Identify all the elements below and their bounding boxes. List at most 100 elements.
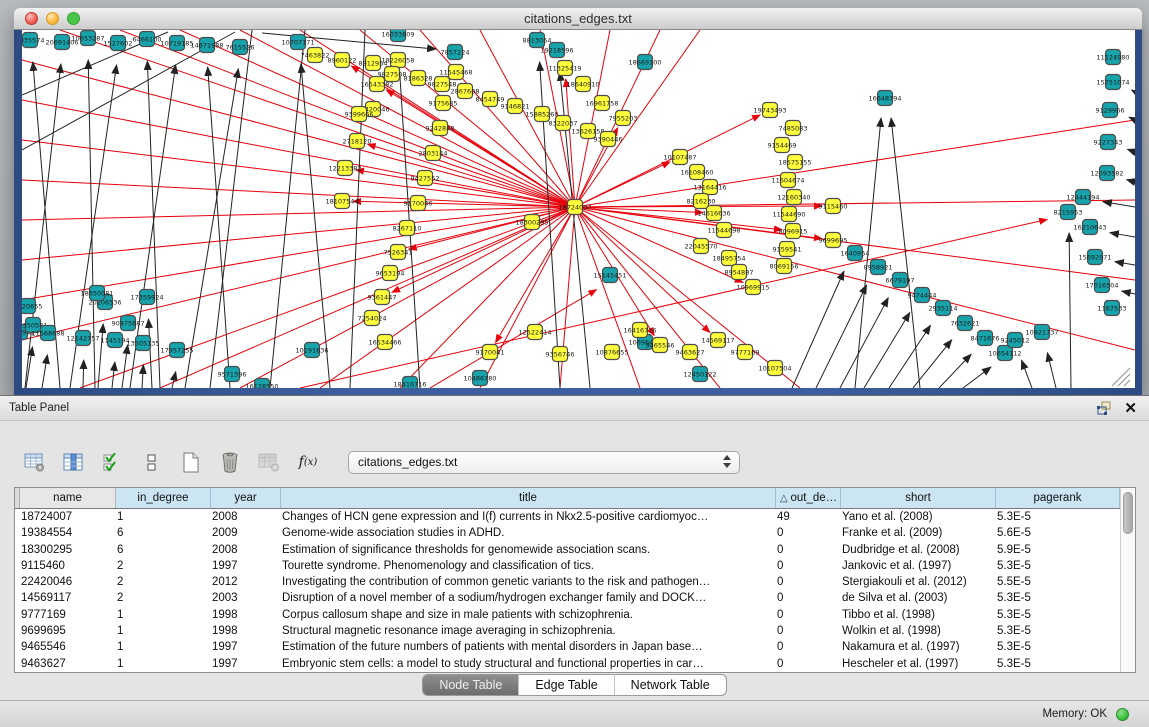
graph-edge-selected[interactable] — [22, 180, 575, 207]
table-cell[interactable]: Structural magnetic resonance image aver… — [276, 623, 771, 639]
graph-edge[interactable] — [172, 372, 176, 388]
table-cell[interactable]: 1 — [111, 639, 206, 655]
table-cell[interactable]: Disruption of a novel member of a sodium… — [276, 590, 771, 606]
graph-node[interactable]: 17359924 — [130, 290, 163, 305]
graph-node[interactable]: 8958921 — [864, 260, 893, 275]
table-row[interactable]: 1872400712008Changes of HCN gene express… — [15, 509, 1120, 525]
graph-node[interactable]: 2935114 — [929, 301, 958, 316]
graph-edge-selected[interactable] — [575, 207, 800, 388]
table-cell[interactable]: 5.5E-5 — [991, 574, 1120, 590]
graph-edge[interactable] — [939, 354, 971, 388]
graph-node[interactable]: 7955203 — [609, 111, 638, 126]
table-cell[interactable]: 1997 — [206, 656, 276, 672]
table-cell[interactable]: 2 — [111, 574, 206, 590]
table-cell[interactable]: 2009 — [206, 525, 276, 541]
graph-node[interactable]: 14671988 — [190, 38, 223, 53]
table-row[interactable]: 1830029562008Estimation of significance … — [15, 542, 1120, 558]
graph-node[interactable]: 8813054 — [523, 33, 552, 48]
table-cell[interactable]: 1997 — [206, 639, 276, 655]
table-cell[interactable]: 0 — [771, 558, 836, 574]
table-cell[interactable]: 1997 — [206, 558, 276, 574]
table-cell[interactable]: 2008 — [206, 509, 276, 525]
tab-edge-table[interactable]: Edge Table — [518, 674, 614, 696]
show-column-icon[interactable] — [61, 449, 87, 475]
graph-node[interactable]: 7857224 — [441, 45, 470, 60]
graph-edge[interactable] — [270, 30, 305, 388]
graph-node[interactable]: 9129966 — [1096, 103, 1125, 118]
graph-node[interactable]: 17957255 — [160, 343, 193, 358]
table-cell[interactable]: 18724007 — [15, 509, 111, 525]
graph-edge[interactable] — [1115, 262, 1135, 265]
table-row[interactable]: 969969511998Structural magnetic resonanc… — [15, 623, 1120, 639]
column-header-out_de[interactable]: △ out_de… — [776, 488, 841, 508]
graph-node[interactable]: 16128550 — [245, 379, 278, 389]
graph-node[interactable]: 11124980 — [1096, 50, 1129, 65]
graph-node[interactable]: 12450122 — [683, 367, 716, 382]
table-row[interactable]: 977716911998Corpus callosum shape and si… — [15, 607, 1120, 623]
graph-node[interactable]: 9154469 — [768, 138, 797, 153]
graph-node[interactable]: 8471676 — [971, 331, 1000, 346]
table-cell[interactable]: Changes of HCN gene expression and I(f) … — [276, 509, 771, 525]
table-cell[interactable]: de Silva et al. (2003) — [836, 590, 991, 606]
graph-node[interactable]: 16648794 — [868, 91, 901, 106]
vertical-scrollbar[interactable] — [1120, 488, 1135, 672]
table-cell[interactable]: 0 — [771, 623, 836, 639]
table-cell[interactable]: 0 — [771, 574, 836, 590]
graph-edge[interactable] — [1129, 117, 1135, 120]
table-row[interactable]: 1456911722003Disruption of a novel membe… — [15, 590, 1120, 606]
network-window-titlebar[interactable]: citations_edges.txt — [14, 8, 1142, 30]
graph-node[interactable]: 10486780 — [463, 371, 496, 386]
table-cell[interactable]: 2008 — [206, 542, 276, 558]
network-canvas[interactable]: 4035574206914061065328715276026466100107… — [22, 30, 1135, 388]
column-header-title[interactable]: title — [281, 488, 776, 508]
table-cell[interactable]: 9777169 — [15, 607, 111, 623]
graph-edge[interactable] — [42, 355, 47, 388]
graph-edge-selected[interactable] — [22, 140, 575, 207]
graph-edge-selected[interactable] — [22, 207, 575, 300]
graph-edge[interactable] — [864, 313, 910, 388]
graph-edge[interactable] — [1110, 233, 1135, 237]
table-cell[interactable]: 1 — [111, 509, 206, 525]
graph-node[interactable]: 16961758 — [585, 96, 618, 111]
table-cell[interactable]: 5.3E-5 — [991, 639, 1120, 655]
table-cell[interactable]: Wolkin et al. (1998) — [836, 623, 991, 639]
graph-edge-selected[interactable] — [353, 201, 575, 207]
close-panel-icon[interactable]: ✕ — [1124, 398, 1137, 419]
graph-node[interactable]: 10719185 — [160, 36, 193, 51]
graph-node[interactable]: 11604674 — [771, 173, 804, 188]
table-cell[interactable]: 5.3E-5 — [991, 607, 1120, 623]
graph-edge[interactable] — [1069, 233, 1071, 388]
column-header-short[interactable]: short — [841, 488, 996, 508]
table-row[interactable]: 911546021997Tourette syndrome. Phenomeno… — [15, 558, 1120, 574]
table-cell[interactable]: 9115460 — [15, 558, 111, 574]
graph-node[interactable]: 14569117 — [701, 333, 734, 348]
table-cell[interactable]: 18300295 — [15, 542, 111, 558]
graph-edge[interactable] — [1103, 202, 1135, 207]
table-cell[interactable]: 0 — [771, 525, 836, 541]
table-cell[interactable]: Tibbo et al. (1998) — [836, 607, 991, 623]
graph-node[interactable]: 7254024 — [358, 311, 387, 326]
table-cell[interactable]: Dudbridge et al. (2008) — [836, 542, 991, 558]
graph-edge[interactable] — [889, 325, 930, 388]
graph-edge[interactable] — [792, 271, 844, 388]
graph-node[interactable]: 11325419 — [548, 61, 581, 76]
table-cell[interactable]: Hescheler et al. (1997) — [836, 656, 991, 672]
graph-node[interactable]: 1527602 — [104, 36, 133, 51]
graph-node[interactable]: 16033809 — [381, 30, 414, 42]
create-column-icon[interactable] — [178, 449, 204, 475]
table-cell[interactable]: 5.3E-5 — [991, 558, 1120, 574]
graph-edge-selected[interactable] — [368, 144, 575, 207]
minimize-window-icon[interactable] — [46, 12, 59, 25]
graph-node[interactable]: 9115460 — [819, 199, 848, 214]
graph-node[interactable]: 10876655 — [595, 345, 628, 360]
graph-node[interactable]: 12444194 — [1066, 190, 1099, 205]
graph-node[interactable]: 11544690 — [772, 207, 805, 222]
table-cell[interactable]: 1 — [111, 623, 206, 639]
graph-node[interactable]: 15145451 — [593, 268, 626, 283]
table-cell[interactable]: 0 — [771, 542, 836, 558]
graph-edge-selected[interactable] — [575, 207, 710, 333]
table-cell[interactable]: 1 — [111, 656, 206, 672]
graph-node[interactable]: 9474444 — [908, 288, 937, 303]
table-cell[interactable]: 6 — [111, 542, 206, 558]
graph-edge-selected[interactable] — [575, 207, 782, 230]
